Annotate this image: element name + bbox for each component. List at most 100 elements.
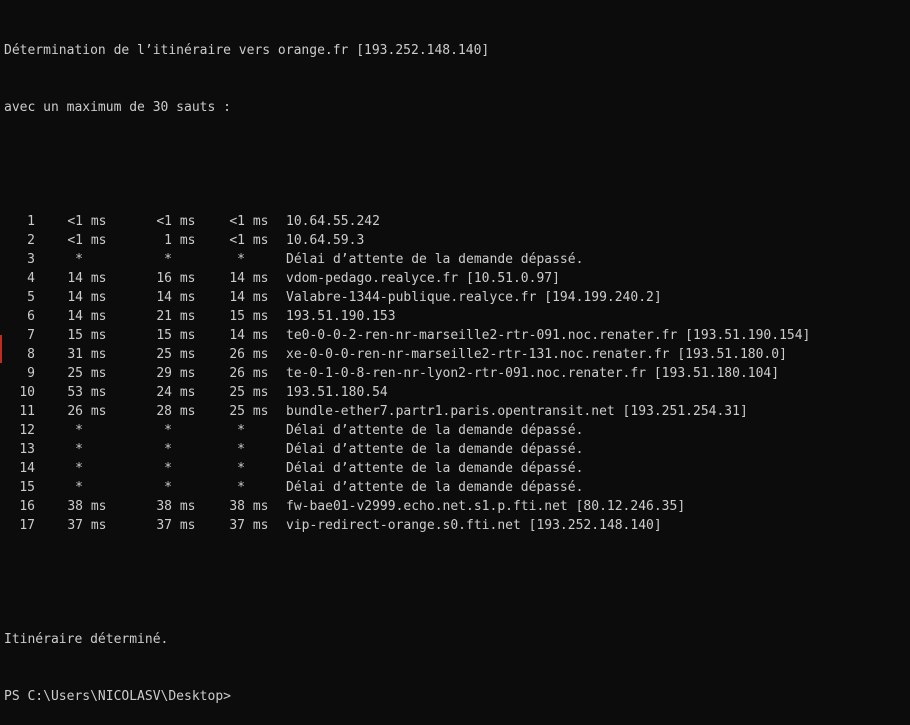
rtt-3: 26 [229, 347, 245, 362]
hop-number: 1 [27, 214, 35, 229]
rtt-3: * [237, 442, 245, 457]
rtt-3: * [237, 252, 245, 267]
hop-host: vip-redirect-orange.s0.fti.net [193.252.… [286, 518, 662, 533]
trace-header-line: Détermination de l’itinéraire vers orang… [4, 43, 490, 58]
rtt-3-unit: ms [245, 499, 269, 514]
hop-number: 14 [19, 461, 35, 476]
rtt-2-unit [172, 421, 197, 440]
rtt-1-unit: ms [83, 385, 107, 400]
rtt-1: 25 [67, 366, 83, 381]
hop-number: 3 [27, 252, 35, 267]
hop-host: bundle-ether7.partr1.paris.opentransit.n… [286, 404, 748, 419]
hop-host: 10.64.55.242 [286, 214, 380, 229]
hop-number: 16 [19, 499, 35, 514]
rtt-2: <1 [156, 214, 172, 229]
rtt-1-unit [83, 440, 108, 459]
rtt-1-unit [83, 421, 108, 440]
rtt-1: <1 [67, 214, 83, 229]
hop-number: 4 [27, 271, 35, 286]
hop-row: 3 * * * Délai d’attente de la demande dépass… [4, 250, 910, 269]
rtt-1-unit: ms [83, 366, 107, 381]
rtt-1: * [75, 252, 83, 267]
rtt-3-unit: ms [245, 518, 269, 533]
hop-number: 10 [19, 385, 35, 400]
rtt-3-unit: ms [245, 233, 269, 248]
hop-row: 1 <1 ms <1 ms <1 ms 10.64.55.242 [4, 212, 910, 231]
hop-host: fw-bae01-v2999.echo.net.s1.p.fti.net [80… [286, 499, 686, 514]
rtt-1: 14 [67, 290, 83, 305]
rtt-3-unit [245, 421, 270, 440]
rtt-3-unit: ms [245, 404, 269, 419]
rtt-2: * [164, 442, 172, 457]
rtt-3-unit [245, 440, 270, 459]
hop-host: Délai d’attente de la demande dépassé. [286, 480, 584, 495]
rtt-3: 15 [229, 309, 245, 324]
rtt-3-unit: ms [245, 290, 269, 305]
rtt-2: 37 [156, 518, 172, 533]
rtt-2-unit [172, 478, 197, 497]
terminal-window[interactable]: Détermination de l’itinéraire vers orang… [0, 0, 910, 704]
hop-number: 9 [27, 366, 35, 381]
rtt-2: 25 [156, 347, 172, 362]
rtt-2-unit [172, 250, 197, 269]
rtt-2: 38 [156, 499, 172, 514]
rtt-1-unit [83, 250, 108, 269]
rtt-1-unit: ms [83, 271, 107, 286]
hop-number: 8 [27, 347, 35, 362]
hop-row: 12 * * * Délai d’attente de la demande dépas… [4, 421, 910, 440]
hop-host: te-0-1-0-8-ren-nr-lyon2-rtr-091.noc.rena… [286, 366, 780, 381]
rtt-3: * [237, 423, 245, 438]
hop-number: 12 [19, 423, 35, 438]
rtt-1: * [75, 480, 83, 495]
rtt-2-unit: ms [172, 499, 196, 514]
rtt-1: 37 [67, 518, 83, 533]
rtt-3: 25 [229, 404, 245, 419]
hop-host: 10.64.59.3 [286, 233, 365, 248]
rtt-3-unit: ms [245, 366, 269, 381]
rtt-3: 37 [229, 518, 245, 533]
hop-number: 11 [19, 404, 35, 419]
rtt-3: 14 [229, 271, 245, 286]
rtt-3-unit: ms [245, 347, 269, 362]
rtt-3-unit: ms [245, 309, 269, 324]
rtt-1-unit [83, 478, 108, 497]
rtt-2: * [164, 461, 172, 476]
rtt-2: * [164, 480, 172, 495]
rtt-1: <1 [67, 233, 83, 248]
rtt-3-unit: ms [245, 328, 269, 343]
rtt-2-unit: ms [172, 328, 196, 343]
rtt-2: 16 [156, 271, 172, 286]
rtt-2-unit: ms [172, 518, 196, 533]
rtt-3: 14 [229, 290, 245, 305]
hop-row: 13 * * * Délai d’attente de la demande dépas… [4, 440, 910, 459]
hop-number: 5 [27, 290, 35, 305]
rtt-2-unit: ms [172, 404, 196, 419]
rtt-3: * [237, 461, 245, 476]
rtt-3: 26 [229, 366, 245, 381]
rtt-3-unit [245, 250, 270, 269]
rtt-2-unit: ms [172, 290, 196, 305]
hop-row: 4 14 ms 16 ms 14 ms vdom-pedago.realyce.fr [… [4, 269, 910, 288]
hop-host: Délai d’attente de la demande dépassé. [286, 461, 584, 476]
trace-max-hops-line: avec un maximum de 30 sauts : [4, 100, 231, 115]
rtt-2: 1 [164, 233, 172, 248]
rtt-1: 26 [67, 404, 83, 419]
rtt-2-unit: ms [172, 366, 196, 381]
rtt-1-unit: ms [83, 347, 107, 362]
hop-host: xe-0-0-0-ren-nr-marseille2-rtr-131.noc.r… [286, 347, 787, 362]
hop-row: 10 53 ms 24 ms 25 ms 193.51.180.54 [4, 383, 910, 402]
rtt-1: 14 [67, 271, 83, 286]
command-prompt[interactable]: PS C:\Users\NICOLASV\Desktop> [4, 687, 910, 706]
rtt-1-unit [83, 459, 108, 478]
hop-row: 14 * * * Délai d’attente de la demande dépas… [4, 459, 910, 478]
hop-host: Valabre-1344-publique.realyce.fr [194.19… [286, 290, 662, 305]
hop-host: Délai d’attente de la demande dépassé. [286, 442, 584, 457]
hop-host: vdom-pedago.realyce.fr [10.51.0.97] [286, 271, 560, 286]
rtt-2-unit: ms [172, 347, 196, 362]
rtt-2-unit: ms [172, 309, 196, 324]
rtt-2: 15 [156, 328, 172, 343]
rtt-1: * [75, 423, 83, 438]
rtt-2: 24 [156, 385, 172, 400]
hop-row: 11 26 ms 28 ms 25 ms bundle-ether7.partr1.pa… [4, 402, 910, 421]
